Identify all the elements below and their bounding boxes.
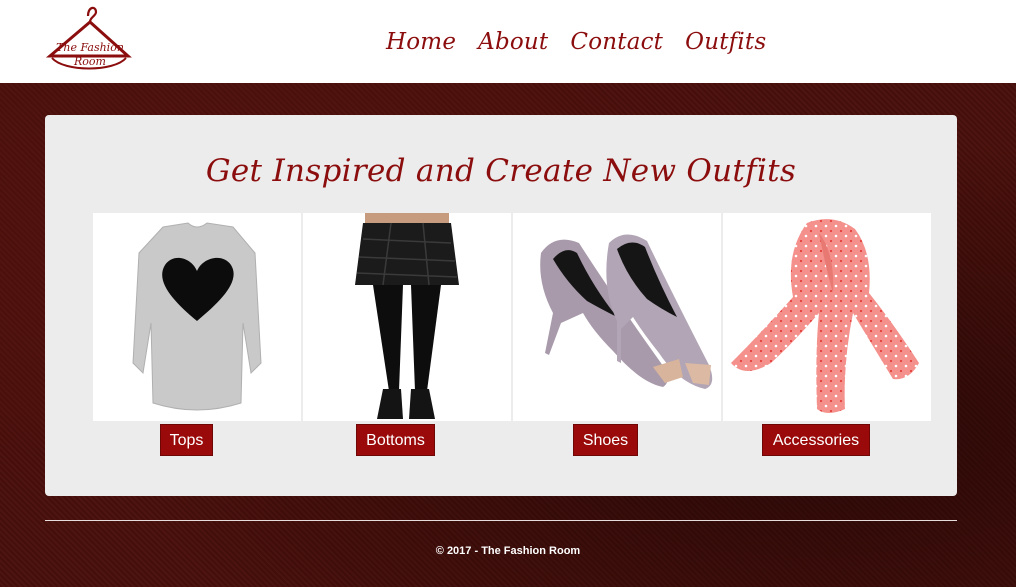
logo-text-line1: The Fashion (56, 41, 124, 54)
nav-item-about[interactable]: About (478, 24, 548, 60)
sweater-image (132, 222, 262, 411)
scarf-image (731, 219, 919, 413)
main-nav: Home About Contact Outfits (386, 24, 766, 60)
bottoms-image[interactable] (303, 213, 511, 421)
nav-item-outfits[interactable]: Outfits (685, 24, 766, 60)
logo-text-line2: Room (73, 55, 106, 68)
brand-logo[interactable]: The Fashion Room (44, 2, 134, 76)
hanger-icon: The Fashion Room (45, 6, 132, 70)
tops-button[interactable]: Tops (160, 424, 213, 456)
nav-item-contact[interactable]: Contact (570, 24, 663, 60)
shoes-image[interactable] (513, 213, 721, 421)
category-panel: Get Inspired and Create New Outfits Tops… (45, 115, 957, 496)
nav-item-home[interactable]: Home (386, 24, 456, 60)
bottoms-button[interactable]: Bottoms (356, 424, 435, 456)
page-title: Get Inspired and Create New Outfits (205, 153, 797, 189)
accessories-image[interactable] (723, 213, 931, 421)
footer-divider (45, 520, 957, 521)
accessories-button[interactable]: Accessories (762, 424, 870, 456)
heels-image (540, 234, 713, 389)
shoes-button[interactable]: Shoes (573, 424, 638, 456)
skirt-image (355, 213, 459, 419)
header: The Fashion Room Home About Contact Outf… (0, 0, 1016, 83)
tops-image[interactable] (93, 213, 301, 421)
footer-copyright: © 2017 - The Fashion Room (435, 545, 581, 557)
